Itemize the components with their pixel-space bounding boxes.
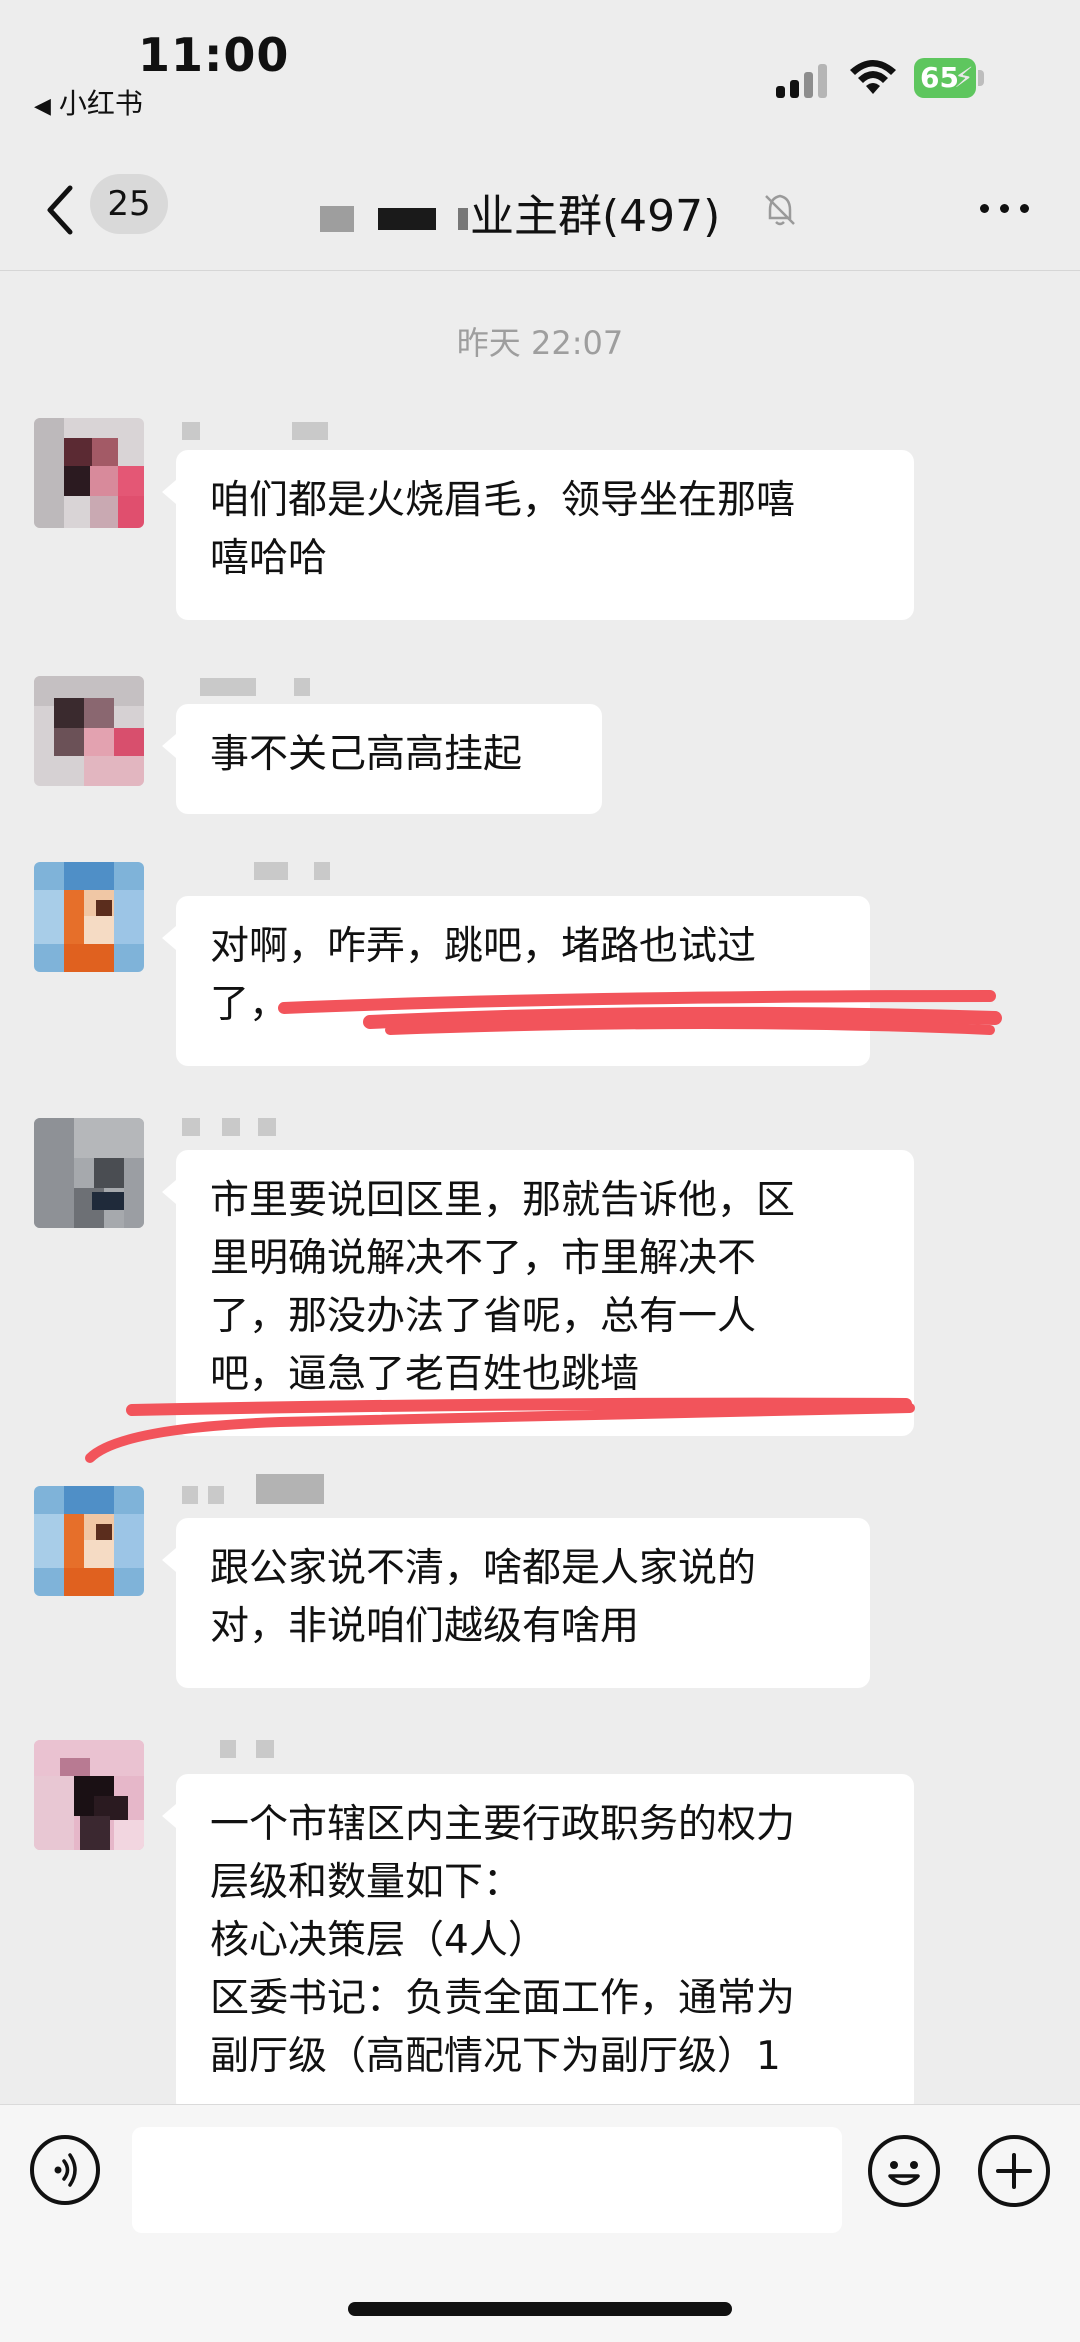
- avatar[interactable]: [34, 1486, 144, 1596]
- sender-name-redacted: [182, 1118, 302, 1138]
- chevron-left-icon[interactable]: [40, 180, 80, 240]
- avatar[interactable]: [34, 1118, 144, 1228]
- avatar[interactable]: [34, 1740, 144, 1850]
- sender-name-redacted: [182, 422, 342, 442]
- sender-name-redacted: [182, 1474, 342, 1506]
- avatar[interactable]: [34, 676, 144, 786]
- pixelated-redaction: [458, 208, 468, 230]
- message-input[interactable]: [132, 2127, 842, 2233]
- unread-count-badge[interactable]: 25: [90, 174, 168, 234]
- message-bubble[interactable]: 咱们都是火烧眉毛，领导坐在那嘻 嘻哈哈: [162, 450, 914, 620]
- avatar[interactable]: [34, 862, 144, 972]
- status-bar: 11:00 ◀ 小红书 65 ⚡: [0, 0, 1080, 150]
- message-bubble[interactable]: 市里要说回区里，那就告诉他，区 里明确说解决不了，市里解决不 了，那没办法了省呢…: [162, 1150, 914, 1436]
- charging-bolt-icon: ⚡: [954, 61, 974, 94]
- message-bubble[interactable]: 对啊，咋弄，跳吧，堵路也试过 了，: [162, 896, 870, 1066]
- voice-icon[interactable]: [30, 2135, 100, 2205]
- sender-name-redacted: [254, 862, 354, 882]
- battery-indicator: 65 ⚡: [914, 58, 986, 98]
- sender-name-redacted: [200, 678, 320, 698]
- wifi-icon: [850, 60, 896, 94]
- home-indicator: [348, 2302, 732, 2316]
- back-app-label: 小红书: [58, 87, 143, 120]
- group-title: 业主群(497): [320, 180, 720, 244]
- cellular-signal-icon: [776, 64, 832, 98]
- emoji-icon[interactable]: [868, 2135, 940, 2207]
- plus-icon[interactable]: [978, 2135, 1050, 2207]
- pixelated-redaction: [378, 208, 436, 230]
- sender-name-redacted: [220, 1740, 300, 1760]
- group-title-text: 业主群(497): [470, 191, 721, 242]
- chat-header: 25 业主群(497): [0, 150, 1080, 271]
- bell-off-icon: [765, 194, 795, 226]
- avatar[interactable]: [34, 418, 144, 528]
- more-dots-icon[interactable]: [980, 204, 1030, 218]
- pixelated-redaction: [320, 206, 354, 232]
- message-bubble[interactable]: 跟公家说不清，啥都是人家说的 对，非说咱们越级有啥用: [162, 1518, 870, 1688]
- back-triangle-icon: ◀: [34, 94, 51, 119]
- message-timestamp: 昨天 22:07: [456, 324, 624, 362]
- status-time: 11:00: [138, 28, 290, 82]
- message-bubble[interactable]: 事不关己高高挂起: [162, 704, 602, 814]
- back-to-app-link[interactable]: ◀ 小红书: [34, 82, 143, 122]
- message-bubble[interactable]: 一个市辖区内主要行政职务的权力 层级和数量如下： 核心决策层（4人） 区委书记：…: [162, 1774, 914, 2114]
